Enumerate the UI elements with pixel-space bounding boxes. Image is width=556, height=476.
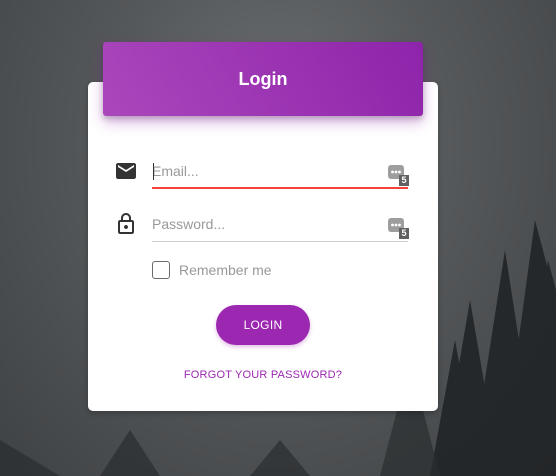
remember-me-row: Remember me (152, 261, 272, 279)
email-input[interactable] (152, 155, 408, 187)
forgot-password-link[interactable]: FORGOT YOUR PASSWORD? (88, 369, 438, 381)
mail-icon (116, 163, 136, 179)
login-button[interactable]: LOGIN (216, 305, 310, 345)
password-input[interactable] (152, 208, 408, 240)
password-manager-badge: 5 (401, 228, 407, 238)
lock-icon (118, 213, 134, 234)
email-underline (152, 187, 408, 189)
password-manager-badge: 5 (401, 175, 407, 185)
password-manager-icon[interactable]: 5 (386, 164, 410, 186)
remember-me-label[interactable]: Remember me (179, 262, 272, 278)
email-field-wrapper: 5 (152, 155, 410, 189)
password-field-wrapper: 5 (152, 208, 410, 242)
password-underline (152, 241, 408, 242)
text-caret (153, 163, 154, 180)
card-header: Login (103, 42, 423, 116)
password-manager-icon[interactable]: 5 (386, 217, 410, 239)
remember-me-checkbox[interactable] (152, 261, 170, 279)
login-card (88, 82, 438, 411)
page-title: Login (238, 68, 288, 89)
password-row: 5 (88, 206, 438, 246)
email-row: 5 (88, 152, 438, 192)
